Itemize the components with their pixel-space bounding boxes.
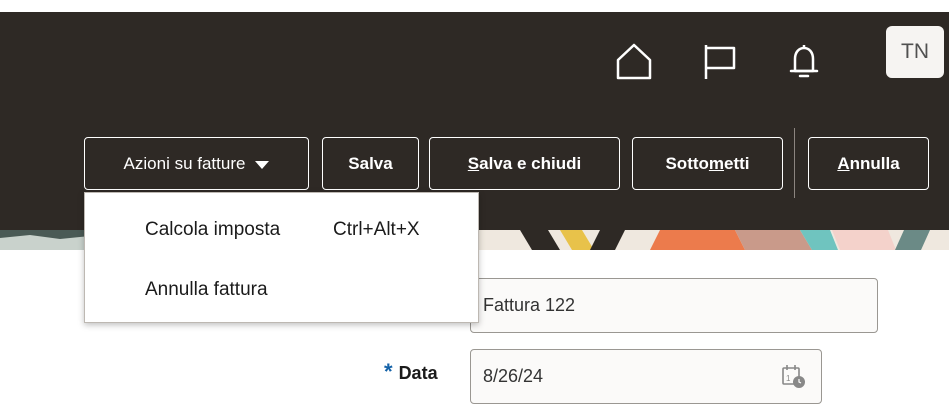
menu-item-label: Annulla fattura	[145, 279, 268, 300]
avatar-initials: TN	[901, 40, 929, 63]
submit-label: Sottometti	[665, 153, 750, 173]
required-indicator: *	[384, 359, 393, 384]
bell-icon	[789, 45, 819, 78]
save-and-close-button[interactable]: Salva e chiudi	[429, 137, 620, 190]
invoice-actions-label: Azioni su fatture	[123, 153, 246, 173]
invoice-actions-button[interactable]: Azioni su fatture	[84, 137, 309, 190]
date-field[interactable]: 8/26/24 1	[470, 349, 822, 404]
menu-item-label: Calcola imposta	[145, 219, 281, 240]
description-value: Fattura 122	[483, 295, 576, 315]
menu-item-shortcut: Ctrl+Alt+X	[333, 219, 420, 240]
menu-item-calculate-tax[interactable]: Calcola imposta Ctrl+Alt+X	[85, 200, 478, 260]
date-label: * Data	[384, 359, 438, 384]
date-value: 8/26/24	[483, 366, 544, 386]
user-avatar[interactable]: TN	[886, 26, 944, 78]
flag-icon	[704, 45, 736, 79]
caret-down-icon	[255, 161, 270, 169]
cancel-button[interactable]: Annulla	[808, 137, 929, 190]
cancel-label: Annulla	[837, 153, 900, 173]
save-label: Salva	[348, 153, 393, 173]
svg-text:1: 1	[786, 374, 791, 383]
save-close-label: Salva e chiudi	[467, 153, 582, 173]
top-strip	[0, 0, 949, 12]
menu-item-cancel-invoice[interactable]: Annulla fattura	[85, 260, 478, 320]
toolbar-separator	[794, 128, 795, 198]
submit-button[interactable]: Sottometti	[632, 137, 783, 190]
home-button[interactable]	[612, 39, 656, 83]
favorites-button[interactable]	[698, 39, 742, 83]
invoice-actions-menu: Calcola imposta Ctrl+Alt+X Annulla fattu…	[84, 192, 479, 323]
description-field[interactable]: Fattura 122	[470, 278, 878, 333]
notifications-button[interactable]	[782, 39, 826, 83]
home-icon	[616, 43, 652, 80]
calendar-icon[interactable]: 1	[779, 362, 807, 395]
save-button[interactable]: Salva	[322, 137, 419, 190]
